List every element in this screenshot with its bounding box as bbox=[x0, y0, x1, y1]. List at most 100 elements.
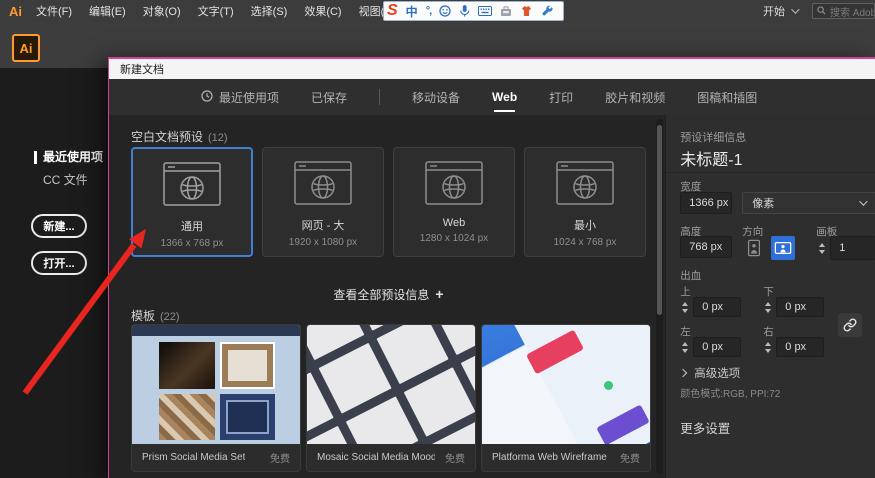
bleed-left-stepper[interactable] bbox=[679, 337, 690, 357]
emoji-icon[interactable] bbox=[439, 5, 451, 17]
advanced-options-toggle[interactable]: 高级选项 bbox=[680, 365, 740, 381]
template-thumbnail bbox=[307, 325, 475, 444]
toolbox-icon[interactable] bbox=[500, 6, 512, 17]
menu-object[interactable]: 对象(O) bbox=[143, 3, 181, 19]
height-input[interactable]: 768 px bbox=[680, 236, 732, 258]
more-settings-button[interactable]: 更多设置 bbox=[680, 418, 730, 437]
new-button[interactable]: 新建... bbox=[31, 214, 87, 238]
section-count: (22) bbox=[160, 311, 180, 323]
tab-divider bbox=[379, 89, 380, 105]
template-price: 免费 bbox=[270, 450, 290, 465]
sogou-logo-icon[interactable]: S bbox=[387, 3, 398, 19]
preset-name: 网页 - 大 bbox=[302, 217, 345, 233]
step-down-icon bbox=[682, 349, 688, 353]
template-card-mosaic[interactable]: Mosaic Social Media Moodboard... 免费 bbox=[306, 324, 476, 472]
punctuation-icon[interactable]: °, bbox=[426, 5, 431, 17]
preset-name: 最小 bbox=[574, 217, 596, 233]
bleed-left-input[interactable]: 0 px bbox=[693, 337, 741, 357]
tab-recent[interactable]: 最近使用项 bbox=[201, 79, 279, 115]
link-bleed-values-button[interactable] bbox=[838, 313, 862, 337]
bleed-top-input[interactable]: 0 px bbox=[693, 297, 741, 317]
tab-art-illustration[interactable]: 图稿和插图 bbox=[697, 79, 757, 115]
chevron-right-icon bbox=[679, 369, 687, 377]
scrollbar-track[interactable] bbox=[656, 119, 663, 474]
unit-value: 像素 bbox=[752, 195, 774, 211]
ai-app-icon[interactable]: Ai bbox=[12, 34, 40, 62]
template-card-platforma[interactable]: Platforma Web Wireframe Kit 免费 bbox=[481, 324, 651, 472]
start-dropdown[interactable]: 开始 bbox=[763, 0, 797, 22]
tab-label: 最近使用项 bbox=[219, 89, 279, 106]
dialog-content: 空白文档预设(12) 通用 1366 x 768 px 网页 - 大 1920 … bbox=[109, 115, 875, 478]
open-button[interactable]: 打开... bbox=[31, 251, 87, 275]
menu-select[interactable]: 选择(S) bbox=[251, 3, 288, 19]
width-input[interactable]: 1366 px bbox=[680, 192, 732, 214]
template-thumbnail bbox=[132, 325, 300, 444]
templates-header: 模板(22) bbox=[131, 307, 180, 324]
view-all-label: 查看全部预设信息 bbox=[333, 288, 429, 302]
tab-film-video[interactable]: 胶片和视频 bbox=[605, 79, 665, 115]
orientation-portrait-button[interactable] bbox=[742, 236, 766, 260]
preset-card-web-large[interactable]: 网页 - 大 1920 x 1080 px bbox=[262, 147, 384, 257]
step-up-icon bbox=[682, 302, 688, 306]
step-up-icon bbox=[682, 342, 688, 346]
chevron-down-icon bbox=[859, 197, 867, 205]
template-name: Platforma Web Wireframe Kit bbox=[492, 452, 610, 463]
view-all-presets-link[interactable]: 查看全部预设信息+ bbox=[131, 286, 646, 303]
bleed-bottom-stepper[interactable] bbox=[762, 297, 773, 317]
microphone-icon[interactable] bbox=[459, 4, 470, 18]
keyboard-icon[interactable] bbox=[478, 6, 492, 16]
landscape-icon bbox=[774, 239, 792, 257]
preset-name: Web bbox=[443, 217, 465, 229]
sidebar-item-cc-files[interactable]: CC 文件 bbox=[43, 171, 88, 188]
ai-logo: Ai bbox=[9, 4, 22, 19]
unit-select[interactable]: 像素 bbox=[742, 192, 875, 214]
tab-label: Web bbox=[492, 90, 517, 104]
bleed-top-stepper[interactable] bbox=[679, 297, 690, 317]
menu-type[interactable]: 文字(T) bbox=[198, 3, 234, 19]
search-icon bbox=[817, 3, 826, 19]
artboards-stepper[interactable] bbox=[816, 236, 827, 260]
tab-web[interactable]: Web bbox=[492, 79, 517, 115]
artboards-input[interactable]: 1 bbox=[830, 236, 875, 260]
menu-file[interactable]: 文件(F) bbox=[36, 3, 72, 19]
template-name: Prism Social Media Set bbox=[142, 452, 245, 463]
tab-label: 打印 bbox=[549, 89, 573, 106]
template-footer: Platforma Web Wireframe Kit 免费 bbox=[482, 444, 650, 471]
clock-icon bbox=[201, 90, 213, 105]
preset-size: 1024 x 768 px bbox=[554, 237, 617, 248]
chinese-mode-icon[interactable]: 中 bbox=[406, 3, 418, 20]
search-input[interactable]: 搜索 Adob bbox=[812, 3, 875, 19]
template-card-prism[interactable]: Prism Social Media Set 免费 bbox=[131, 324, 301, 472]
step-down-icon bbox=[765, 349, 771, 353]
search-placeholder: 搜索 Adob bbox=[830, 4, 875, 19]
scrollbar-thumb[interactable] bbox=[657, 125, 662, 315]
menu-effect[interactable]: 效果(C) bbox=[304, 3, 341, 19]
link-icon bbox=[843, 318, 857, 332]
bleed-right-input[interactable]: 0 px bbox=[776, 337, 824, 357]
tab-label: 已保存 bbox=[311, 89, 347, 106]
menu-edit[interactable]: 编辑(E) bbox=[89, 3, 126, 19]
advanced-options-label: 高级选项 bbox=[694, 365, 740, 381]
document-name-field[interactable]: 未标题-1 bbox=[680, 146, 742, 170]
step-down-icon bbox=[682, 309, 688, 313]
template-card-row: Prism Social Media Set 免费 Mosaic Social … bbox=[131, 324, 651, 472]
dialog-title: 新建文档 bbox=[120, 61, 164, 77]
preset-card-row: 通用 1366 x 768 px 网页 - 大 1920 x 1080 px W… bbox=[131, 147, 646, 257]
preset-card-minimum[interactable]: 最小 1024 x 768 px bbox=[524, 147, 646, 257]
dialog-titlebar: 新建文档 bbox=[109, 59, 875, 79]
tab-saved[interactable]: 已保存 bbox=[311, 79, 347, 115]
preset-details-panel: 预设详细信息 未标题-1 宽度 1366 px 像素 高度 768 px 方向 … bbox=[665, 115, 875, 478]
orientation-landscape-button[interactable] bbox=[771, 236, 795, 260]
section-count: (12) bbox=[208, 132, 228, 144]
bleed-bottom-input[interactable]: 0 px bbox=[776, 297, 824, 317]
tab-print[interactable]: 打印 bbox=[549, 79, 573, 115]
tab-mobile[interactable]: 移动设备 bbox=[412, 79, 460, 115]
bleed-right-stepper[interactable] bbox=[762, 337, 773, 357]
preset-card-common[interactable]: 通用 1366 x 768 px bbox=[131, 147, 253, 257]
ime-toolbar: S 中 °, bbox=[383, 1, 564, 21]
tshirt-icon[interactable] bbox=[520, 5, 533, 17]
preset-card-web[interactable]: Web 1280 x 1024 px bbox=[393, 147, 515, 257]
wrench-icon[interactable] bbox=[541, 5, 554, 18]
sidebar-item-recent[interactable]: 最近使用项 bbox=[43, 148, 103, 165]
preset-size: 1920 x 1080 px bbox=[289, 237, 357, 248]
